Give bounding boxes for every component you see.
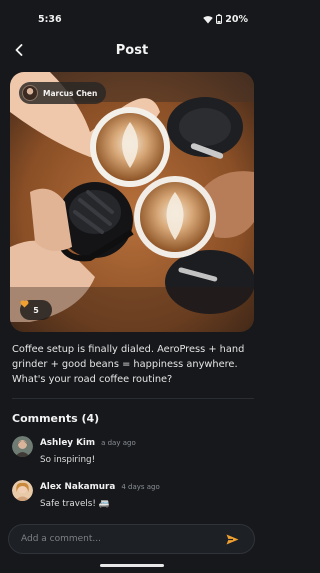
comment-item: Ashley Kim a day ago So inspiring! [12, 436, 252, 476]
send-icon [226, 534, 238, 544]
post-caption: Coffee setup is finally dialed. AeroPres… [12, 344, 245, 385]
like-count: 5 [33, 305, 39, 315]
avatar-image [12, 436, 33, 457]
comment-text: So inspiring! [40, 455, 96, 465]
commenter-avatar[interactable] [12, 436, 33, 457]
author-chip[interactable]: Marcus Chen [19, 82, 107, 104]
comment-author[interactable]: Ashley Kim [40, 438, 95, 448]
wifi-icon [203, 15, 213, 23]
home-indicator[interactable] [100, 564, 164, 567]
status-icons: 20% [203, 14, 248, 25]
comment-author[interactable]: Alex Nakamura [40, 482, 115, 492]
page-title: Post [115, 42, 149, 58]
back-button[interactable] [8, 39, 30, 61]
comment-composer [8, 524, 255, 554]
battery-percent: 20% [225, 13, 248, 25]
comment-author-line: Alex Nakamura 4 days ago [40, 482, 160, 492]
post-photo[interactable]: Marcus Chen 5 [10, 72, 254, 332]
author-avatar [22, 85, 38, 101]
like-button[interactable]: 5 [20, 300, 52, 320]
battery-icon [216, 14, 223, 24]
status-time: 5:36 [38, 13, 62, 25]
comment-text: Safe travels! 🚐 [40, 499, 110, 509]
coffee-cheers-photo [10, 72, 254, 332]
send-button[interactable] [222, 529, 242, 549]
divider [12, 398, 254, 399]
comment-input[interactable] [21, 534, 201, 544]
back-arrow-icon [15, 44, 23, 56]
avatar-image [12, 480, 33, 501]
author-name: Marcus Chen [43, 88, 98, 98]
app-header: Post [0, 38, 264, 62]
comment-time: a day ago [101, 439, 136, 447]
status-bar: 5:36 20% [0, 0, 264, 38]
comments-heading: Comments (4) [12, 412, 100, 425]
commenter-avatar[interactable] [12, 480, 33, 501]
comment-item: Alex Nakamura 4 days ago Safe travels! 🚐 [12, 480, 252, 520]
comment-author-line: Ashley Kim a day ago [40, 438, 136, 448]
heart-icon [20, 300, 29, 308]
comment-time: 4 days ago [121, 483, 160, 491]
